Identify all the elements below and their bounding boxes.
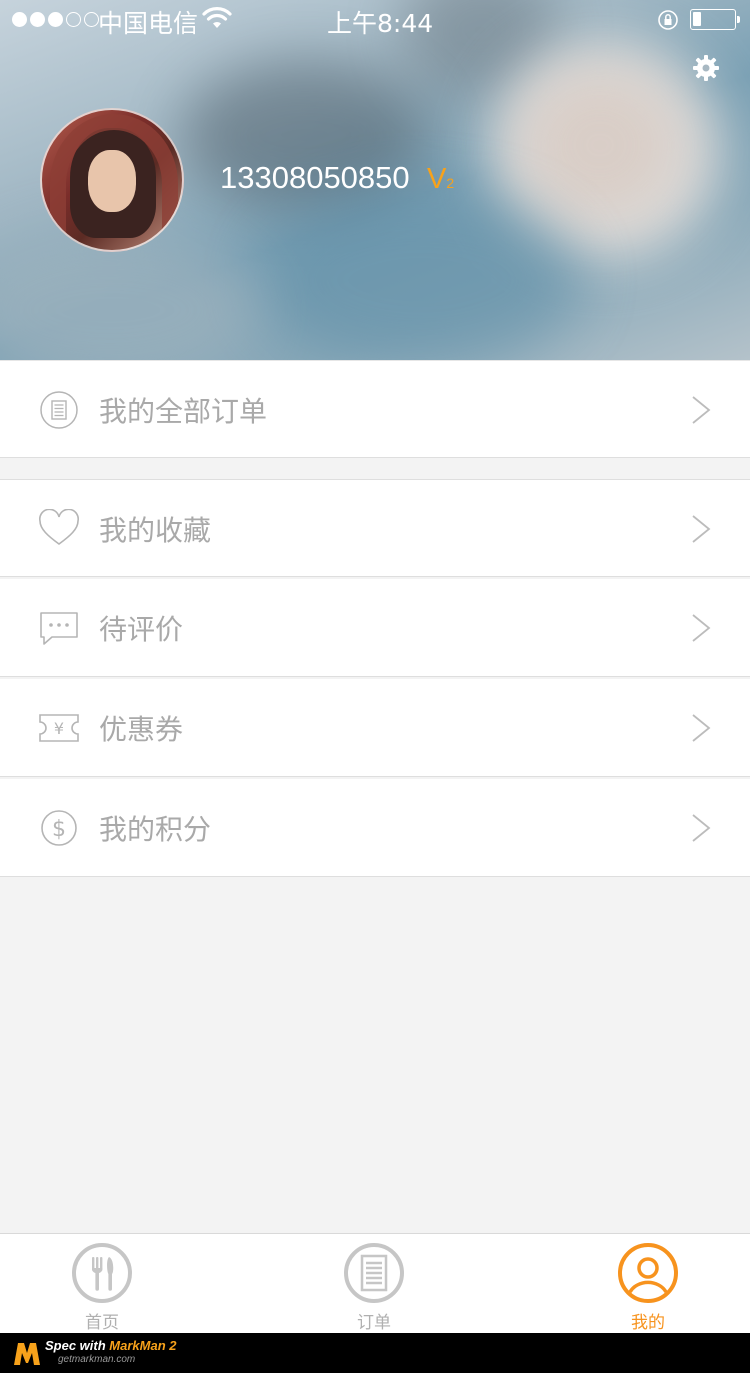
status-bar: 中国电信 上午8:44 [0,0,750,40]
to-review-label: 待评价 [99,613,184,646]
to-review-row[interactable]: 待评价 [0,579,750,677]
document-icon [40,391,78,429]
tab-orders-label: 订单 [357,1313,391,1333]
vip-letter: V [427,163,447,195]
chevron-right-icon [692,614,711,642]
user-phone: 13308050850 [220,160,410,195]
watermark-url: getmarkman.com [58,1354,136,1365]
profile-header: 中国电信 上午8:44 13308050850 V2 [0,0,750,360]
tab-mine-label: 我的 [631,1313,665,1333]
wifi-icon [202,7,232,28]
clock: 上午8:44 [327,9,434,38]
carrier-name: 中国电信 [98,9,199,38]
tab-bar: 首页 订单 我的 [0,1233,750,1333]
coupons-row[interactable]: ¥ 优惠券 [0,679,750,777]
chat-bubble-icon [40,612,78,645]
watermark-brand: MarkMan 2 [109,1338,177,1353]
fork-knife-icon [72,1243,132,1303]
chevron-right-icon [692,396,711,424]
markman-watermark: Spec with MarkMan 2 getmarkman.com [0,1333,750,1373]
points-label: 我的积分 [99,813,212,846]
all-orders-row[interactable]: 我的全部订单 [0,360,750,458]
coupons-label: 优惠券 [99,713,184,746]
signal-strength-icon [12,12,99,27]
markman-logo [14,1343,40,1365]
heart-icon [39,509,79,545]
tab-home[interactable]: 首页 [42,1242,162,1334]
points-row[interactable]: $ 我的积分 [0,779,750,877]
chevron-right-icon [692,814,711,842]
avatar[interactable] [40,108,184,252]
user-icon [618,1243,678,1303]
favorites-label: 我的收藏 [99,514,212,547]
watermark-title: Spec with MarkMan 2 [45,1338,177,1353]
watermark-spec: Spec with [45,1338,110,1353]
all-orders-label: 我的全部订单 [99,395,268,428]
tab-mine[interactable]: 我的 [588,1242,708,1334]
rotation-lock-icon [658,10,678,30]
vip-level-badge: V2 [427,163,454,196]
chevron-right-icon [692,714,711,742]
tab-home-label: 首页 [85,1313,119,1333]
gear-icon[interactable] [691,53,721,83]
list-document-icon [344,1243,404,1303]
vip-level-number: 2 [446,175,455,191]
svg-text:$: $ [52,817,66,842]
favorites-row[interactable]: 我的收藏 [0,479,750,577]
dollar-coin-icon: $ [41,810,77,846]
battery-icon [690,9,740,30]
tab-orders[interactable]: 订单 [314,1242,434,1334]
svg-text:¥: ¥ [54,719,64,738]
ticket-icon: ¥ [39,714,79,742]
chevron-right-icon [692,515,711,543]
